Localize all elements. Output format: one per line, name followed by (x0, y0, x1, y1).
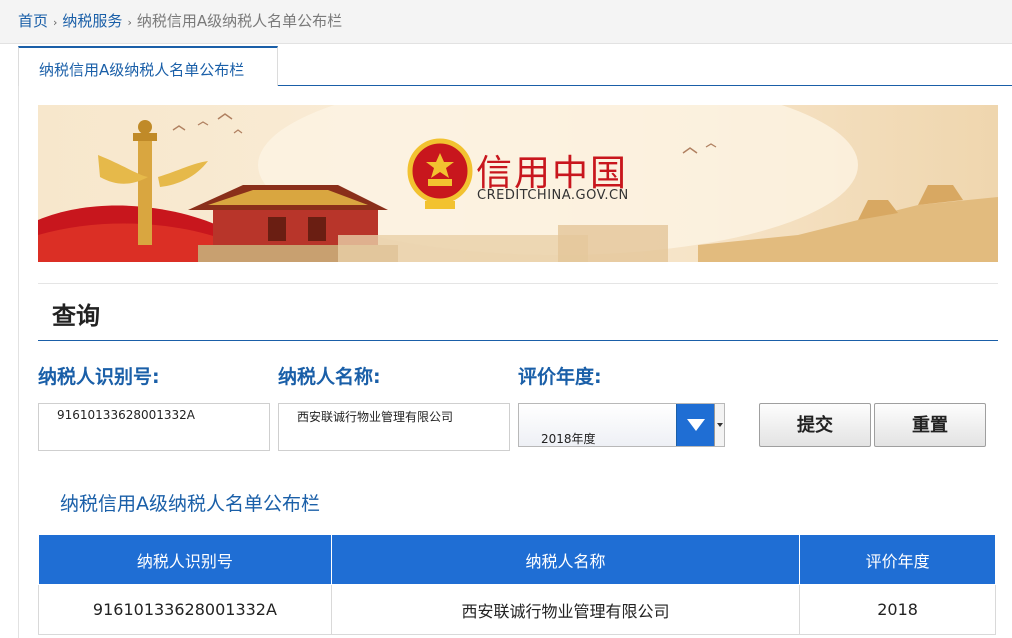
year-select-dropdown-button[interactable] (676, 404, 724, 446)
cell-taxpayer-id: 91610133628001332A (38, 584, 332, 635)
taxpayer-name-label: 纳税人名称: (278, 366, 381, 388)
taxpayer-id-input[interactable]: 91610133628001332A (38, 403, 270, 451)
results-table: 纳税人识别号 纳税人名称 评价年度 91610133628001332A 西安联… (38, 534, 996, 635)
table-row: 91610133628001332A 西安联诚行物业管理有限公司 2018 (38, 584, 996, 635)
breadcrumb-separator: › (127, 16, 132, 29)
cell-taxpayer-name: 西安联诚行物业管理有限公司 (330, 584, 801, 635)
breadcrumb-home-link[interactable]: 首页 (18, 12, 48, 30)
tab-bar: 纳税信用A级纳税人名单公布栏 (18, 46, 1012, 86)
reset-button[interactable]: 重置 (874, 403, 986, 447)
breadcrumb-current: 纳税信用A级纳税人名单公布栏 (136, 12, 343, 30)
year-label: 评价年度: (518, 366, 602, 388)
year-select[interactable]: 2018年度 (518, 403, 725, 447)
taxpayer-name-input[interactable]: 西安联诚行物业管理有限公司 (278, 403, 510, 451)
tab-a-level-list[interactable]: 纳税信用A级纳税人名单公布栏 (18, 46, 278, 86)
breadcrumb-section-link[interactable]: 纳税服务 (62, 12, 122, 30)
table-header-row: 纳税人识别号 纳税人名称 评价年度 (38, 534, 996, 585)
query-header (38, 283, 998, 341)
results-title: 纳税信用A级纳税人名单公布栏 (60, 493, 320, 515)
taxpayer-id-label: 纳税人识别号: (38, 366, 160, 388)
chevron-down-icon (687, 419, 705, 431)
column-header-taxpayer-id: 纳税人识别号 (38, 534, 332, 585)
breadcrumb: 首页 › 纳税服务 › 纳税信用A级纳税人名单公布栏 (0, 0, 1012, 44)
year-select-value: 2018年度 (541, 432, 596, 446)
column-header-year: 评价年度 (799, 534, 996, 585)
breadcrumb-separator: › (53, 16, 58, 29)
submit-button[interactable]: 提交 (759, 403, 871, 447)
cell-year: 2018 (799, 584, 996, 635)
credit-china-logo-domain: CREDITCHINA.GOV.CN (477, 188, 629, 203)
query-title: 查询 (52, 302, 100, 330)
column-header-taxpayer-name: 纳税人名称 (330, 534, 801, 585)
scroll-arrow-icon (714, 404, 724, 446)
